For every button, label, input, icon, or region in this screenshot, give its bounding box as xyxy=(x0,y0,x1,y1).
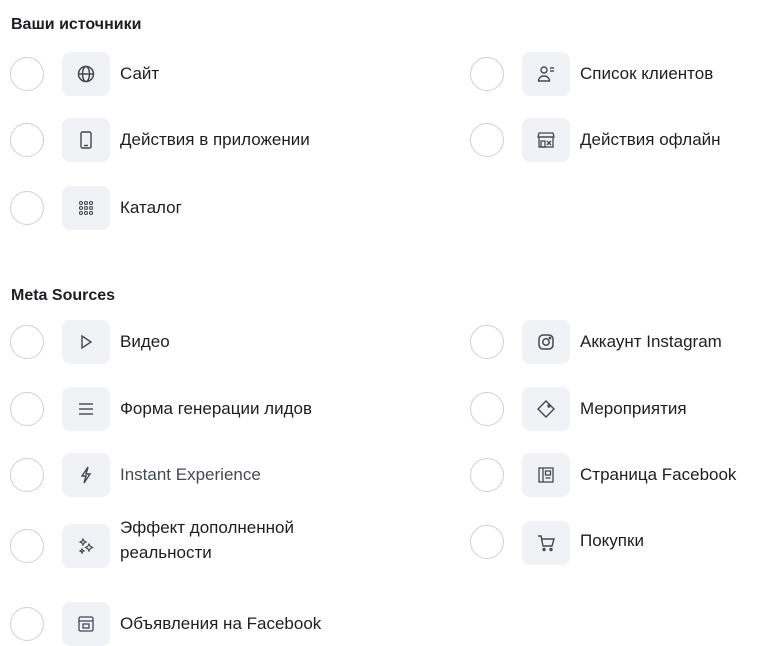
radio-button[interactable] xyxy=(10,191,44,225)
option-label: Покупки xyxy=(580,531,644,550)
facebook-ads-icon xyxy=(62,602,110,646)
radio-button[interactable] xyxy=(10,57,44,91)
option-label: Эффект дополненной реальности xyxy=(120,518,294,562)
radio-button[interactable] xyxy=(470,57,504,91)
radio-button[interactable] xyxy=(470,458,504,492)
catalog-grid-icon xyxy=(62,186,110,230)
radio-button[interactable] xyxy=(10,325,44,359)
customer-list-icon xyxy=(522,52,570,96)
radio-button[interactable] xyxy=(10,123,44,157)
option-label: Аккаунт Instagram xyxy=(580,332,722,351)
option-label: Сайт xyxy=(120,64,160,83)
section-title-your-sources: Ваши источники xyxy=(11,16,142,33)
option-label: Каталог xyxy=(120,198,182,217)
option-label: Действия в приложении xyxy=(120,130,310,149)
radio-button[interactable] xyxy=(470,325,504,359)
option-label: Страница Facebook xyxy=(580,465,737,484)
radio-button[interactable] xyxy=(10,607,44,641)
option-label: Instant Experience xyxy=(120,465,261,484)
radio-button[interactable] xyxy=(470,123,504,157)
radio-button[interactable] xyxy=(470,525,504,559)
instagram-icon xyxy=(522,320,570,364)
shopping-cart-icon xyxy=(522,521,570,565)
tag-icon xyxy=(522,387,570,431)
sparkles-icon xyxy=(62,524,110,568)
globe-icon xyxy=(62,52,110,96)
play-icon xyxy=(62,320,110,364)
facebook-page-icon xyxy=(522,453,570,497)
store-icon xyxy=(522,118,570,162)
radio-button[interactable] xyxy=(10,392,44,426)
section-title-meta-sources: Meta Sources xyxy=(11,287,116,304)
radio-button[interactable] xyxy=(10,458,44,492)
option-label: Видео xyxy=(120,332,170,351)
list-lines-icon xyxy=(62,387,110,431)
option-label: Список клиентов xyxy=(580,64,714,83)
option-label: Форма генерации лидов xyxy=(120,399,313,418)
lightning-icon xyxy=(62,453,110,497)
option-label: Объявления на Facebook xyxy=(120,614,322,633)
option-label: Мероприятия xyxy=(580,399,687,418)
radio-button[interactable] xyxy=(470,392,504,426)
option-label: Действия офлайн xyxy=(580,130,721,149)
mobile-phone-icon xyxy=(62,118,110,162)
radio-button[interactable] xyxy=(10,529,44,563)
